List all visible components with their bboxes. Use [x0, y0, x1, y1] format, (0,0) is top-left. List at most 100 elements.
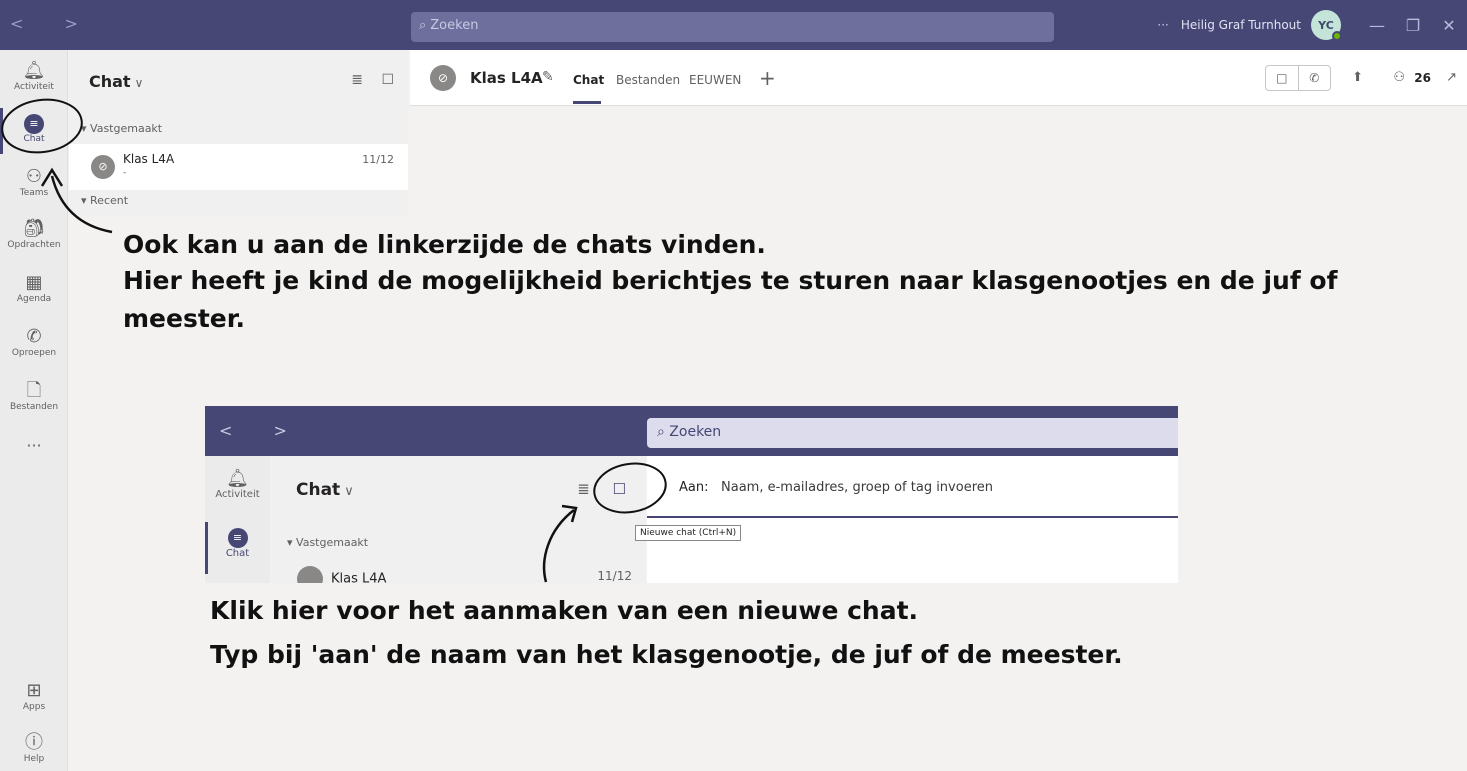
rail-item-activity[interactable]: 🔔︎ Activiteit: [0, 60, 68, 92]
tab-files[interactable]: Bestanden: [616, 73, 680, 87]
bell-icon: 🔔︎: [226, 468, 249, 489]
muted-group-icon: ⊘: [91, 155, 115, 179]
to-label: Aan:: [679, 480, 709, 495]
add-tab-icon[interactable]: +: [759, 66, 776, 90]
filter-icon[interactable]: ≣: [351, 72, 363, 88]
rail-label: Activiteit: [14, 82, 54, 92]
rail-item-assignments[interactable]: 🎒︎ Opdrachten: [0, 218, 68, 250]
rail-item-calls[interactable]: ✆ Oproepen: [0, 326, 68, 358]
rail-item-apps[interactable]: ⊞ Apps: [0, 680, 68, 712]
new-chat-icon[interactable]: ☐: [381, 72, 394, 88]
filter-icon[interactable]: ≣: [577, 480, 590, 498]
title-bar: < > ⌕ Zoeken ··· Heilig Graf Turnhout YC …: [0, 0, 1467, 50]
section-pinned[interactable]: ▾ Vastgemaakt: [81, 122, 162, 135]
search-placeholder: Zoeken: [669, 424, 722, 440]
active-tab-indicator: [573, 101, 601, 104]
close-button[interactable]: ✕: [1431, 16, 1467, 35]
rail-label: Teams: [19, 188, 49, 198]
annotation-line: Typ bij 'aan' de naam van het klasgenoot…: [210, 640, 1123, 669]
rail-item-help[interactable]: ⓘ Help: [0, 732, 68, 764]
section-label: Vastgemaakt: [296, 536, 369, 549]
rail-label: Opdrachten: [7, 240, 61, 250]
muted-group-icon: ⊘: [430, 65, 456, 91]
section-label: Recent: [90, 194, 129, 207]
annotation-line: meester.: [123, 304, 246, 333]
search-icon: ⌕: [657, 424, 670, 440]
calendar-icon: ▦: [25, 272, 43, 293]
list-item[interactable]: ⊘ Klas L4A - 11/12: [69, 144, 408, 190]
search-icon: ⌕: [419, 18, 427, 33]
search-input[interactable]: ⌕ Zoeken: [411, 12, 1054, 42]
participants-icon[interactable]: ⚇: [1393, 70, 1405, 85]
org-name[interactable]: Heilig Graf Turnhout: [1181, 18, 1301, 32]
edit-icon[interactable]: ✎: [542, 69, 554, 85]
section-recent[interactable]: ▾ Recent: [81, 194, 128, 207]
inset-title-bar: < > ⌕ Zoeken: [205, 406, 1178, 456]
rail-label: Apps: [22, 702, 46, 712]
more-apps-button[interactable]: ···: [0, 436, 68, 455]
chat-date: 11/12: [597, 569, 632, 583]
tab-eeuwen[interactable]: EEUWEN: [689, 73, 741, 87]
presence-icon: [1332, 31, 1342, 41]
chat-name: Klas L4A: [331, 571, 387, 584]
search-placeholder: Zoeken: [430, 18, 479, 33]
rail-label: Bestanden: [9, 402, 59, 412]
to-field[interactable]: Aan: Naam, e-mailadres, groep of tag inv…: [647, 456, 1178, 518]
inset-chat-list: Chat ∨ ≣ ☐ ▾ Vastgemaakt Klas L4A 11/12: [271, 456, 646, 583]
avatar-initials: YC: [1318, 18, 1334, 32]
inset-screenshot: < > ⌕ Zoeken 🔔︎ Activiteit ≡ Chat Chat ∨ …: [205, 406, 1178, 583]
call-buttons: □ ✆: [1265, 65, 1331, 91]
help-icon: ⓘ: [25, 732, 43, 753]
chat-title: Chat: [89, 72, 131, 91]
section-pinned[interactable]: ▾ Vastgemaakt: [287, 536, 368, 549]
inset-app-rail: 🔔︎ Activiteit ≡ Chat: [205, 456, 270, 583]
nav-arrows[interactable]: < >: [10, 14, 96, 33]
list-item[interactable]: Klas L4A: [297, 566, 386, 583]
rail-item-activity[interactable]: 🔔︎ Activiteit: [205, 468, 270, 500]
file-icon: 🗋︎: [26, 380, 42, 401]
rail-item-chat[interactable]: ≡ Chat: [205, 528, 270, 559]
rail-item-chat[interactable]: ≡ Chat: [0, 114, 68, 144]
rail-label: Oproepen: [11, 348, 57, 358]
chat-name: Klas L4A: [123, 152, 175, 166]
annotation-line: Klik hier voor het aanmaken van een nieu…: [210, 596, 919, 625]
chat-title: Chat: [296, 480, 341, 500]
chat-list-pane: Chat ∨ ≣ ☐ ▾ Vastgemaakt ⊘ Klas L4A - 11/…: [69, 50, 408, 215]
minimize-button[interactable]: —: [1359, 16, 1395, 35]
rail-label: Chat: [23, 134, 45, 144]
avatar[interactable]: YC: [1311, 10, 1342, 41]
apps-icon: ⊞: [26, 680, 42, 701]
rail-item-teams[interactable]: ⚇ Teams: [0, 166, 68, 198]
phone-icon: ✆: [26, 326, 42, 347]
nav-arrows[interactable]: < >: [219, 421, 305, 440]
chevron-down-icon: ∨: [344, 484, 354, 499]
conversation-title: Klas L4A: [470, 69, 543, 87]
video-call-icon[interactable]: □: [1266, 66, 1299, 90]
chat-preview: -: [123, 168, 127, 178]
teams-icon: ⚇: [25, 166, 43, 187]
tab-chat[interactable]: Chat: [573, 73, 604, 87]
rail-item-files[interactable]: 🗋︎ Bestanden: [0, 380, 68, 412]
chat-icon: ≡: [24, 114, 44, 134]
chevron-down-icon: ∨: [134, 76, 144, 90]
chat-icon: ≡: [227, 528, 248, 548]
bell-icon: 🔔︎: [22, 60, 46, 81]
recipient-input[interactable]: Naam, e-mailadres, groep of tag invoeren: [721, 480, 993, 495]
maximize-button[interactable]: ❐: [1395, 16, 1431, 35]
new-chat-icon[interactable]: ☐: [613, 480, 626, 498]
annotation-line: Hier heeft je kind de mogelijkheid beric…: [123, 266, 1338, 295]
share-icon[interactable]: ⬆: [1352, 70, 1363, 85]
inset-new-chat-pane: Aan: Naam, e-mailadres, groep of tag inv…: [647, 456, 1178, 583]
chat-date: 11/12: [362, 153, 394, 166]
participant-count[interactable]: 26: [1414, 71, 1431, 85]
chat-header[interactable]: Chat ∨: [296, 480, 354, 500]
popout-icon[interactable]: ↗: [1446, 70, 1457, 85]
phone-icon[interactable]: ✆: [1299, 66, 1331, 90]
conversation-header: ⊘ Klas L4A ✎ Chat Bestanden EEUWEN + □ ✆…: [410, 50, 1467, 106]
more-options-button[interactable]: ···: [1157, 18, 1168, 32]
search-input[interactable]: ⌕ Zoeken: [647, 418, 1178, 448]
rail-label: Agenda: [16, 294, 52, 304]
chat-header[interactable]: Chat ∨: [89, 72, 143, 91]
annotation-line: Ook kan u aan de linkerzijde de chats vi…: [123, 230, 766, 259]
rail-item-calendar[interactable]: ▦ Agenda: [0, 272, 68, 304]
